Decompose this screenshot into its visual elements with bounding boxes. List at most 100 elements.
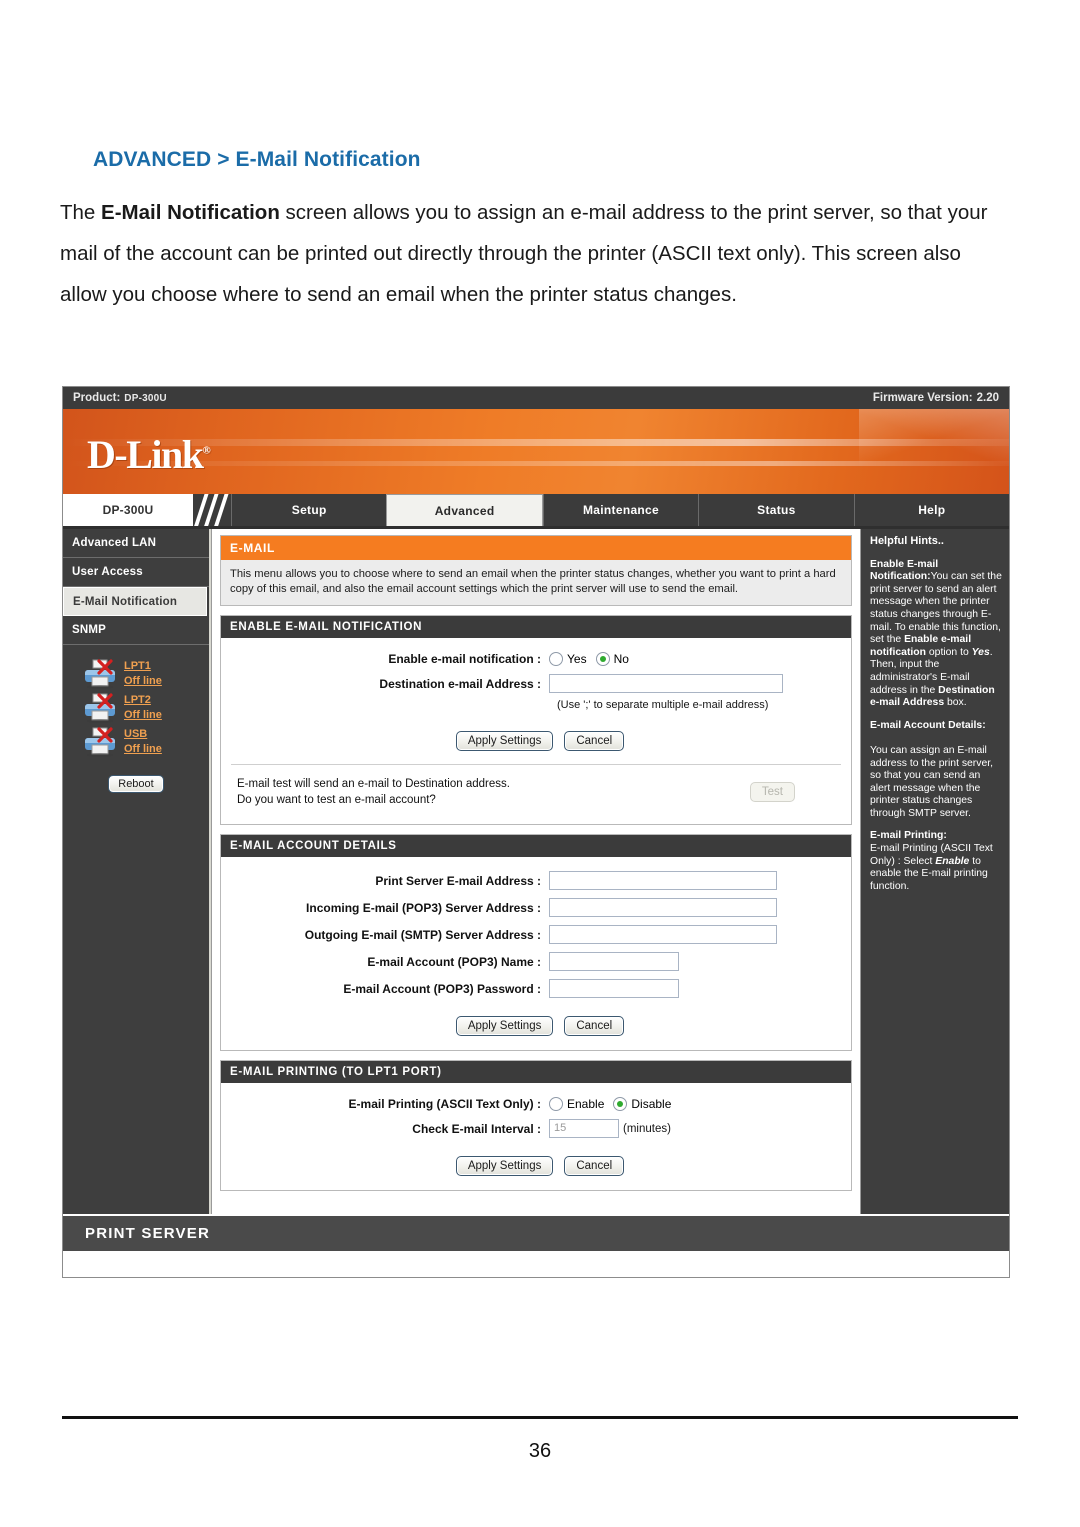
page-title: ADVANCED > E-Mail Notification — [60, 0, 1020, 172]
pop3-account-name-input[interactable] — [549, 952, 679, 971]
pop3-server-input[interactable] — [549, 898, 777, 917]
cancel-button-account[interactable]: Cancel — [564, 1016, 625, 1036]
main-content: E-MAIL This menu allows you to choose wh… — [211, 529, 861, 1214]
apply-settings-button-printing[interactable]: Apply Settings — [455, 1156, 554, 1176]
model-badge: DP-300U — [63, 494, 193, 526]
tab-advanced[interactable]: Advanced — [386, 494, 543, 526]
pop3-password-label: E-mail Account (POP3) Password : — [343, 981, 541, 996]
dlink-logo-text: D-Link — [87, 432, 204, 477]
printer-offline-icon — [85, 693, 119, 723]
radio-enable-label: Enable — [567, 1097, 605, 1111]
radio-disable-icon[interactable] — [613, 1097, 628, 1111]
print-server-email-label: Print Server E-mail Address : — [375, 873, 541, 888]
pop3-server-row: Incoming E-mail (POP3) Server Address : — [231, 898, 841, 917]
firmware-value: 2.20 — [976, 392, 999, 404]
radio-option-yes[interactable]: Yes — [549, 652, 587, 666]
dlink-logo: D-Link® — [87, 431, 211, 478]
apply-settings-button-account[interactable]: Apply Settings — [455, 1016, 554, 1036]
smtp-server-input[interactable] — [549, 925, 777, 944]
radio-yes-icon[interactable] — [549, 652, 563, 666]
registered-mark-icon: ® — [202, 444, 211, 457]
printer-port-link-lpt1[interactable]: LPT1 — [124, 660, 162, 673]
tab-help[interactable]: Help — [853, 494, 1009, 526]
check-interval-unit: (minutes) — [623, 1122, 671, 1135]
printer-port-link-lpt2[interactable]: LPT2 — [124, 694, 162, 707]
hint-enable-notification-c: option to — [926, 646, 972, 658]
smtp-server-label: Outgoing E-mail (SMTP) Server Address : — [304, 927, 541, 942]
email-test-row: E-mail test will send an e-mail to Desti… — [231, 764, 841, 810]
apply-settings-button-enable[interactable]: Apply Settings — [455, 731, 554, 751]
firmware-label: Firmware Version: — [872, 392, 973, 404]
print-server-email-row: Print Server E-mail Address : — [231, 871, 841, 890]
hint-enable-notification-d: Yes — [971, 646, 990, 658]
sidebar-item-advanced-lan[interactable]: Advanced LAN — [63, 529, 209, 558]
reboot-button[interactable]: Reboot — [108, 775, 164, 793]
product-bar: Product: DP-300U Firmware Version: 2.20 — [63, 387, 1009, 409]
smtp-server-row: Outgoing E-mail (SMTP) Server Address : — [231, 925, 841, 944]
enable-notification-row: Enable e-mail notification : Yes No — [231, 652, 841, 666]
email-panel-title: E-MAIL — [221, 536, 851, 560]
intro-text-bold: E-Mail Notification — [101, 201, 280, 224]
radio-option-no[interactable]: No — [595, 652, 629, 666]
check-interval-row: Check E-mail Interval : 15 (minutes) — [231, 1119, 841, 1138]
email-test-line2: Do you want to test an e-mail account? — [237, 794, 436, 806]
email-printing-title: E-MAIL PRINTING (TO LPT1 PORT) — [221, 1061, 851, 1083]
printer-offline-icon — [85, 727, 119, 757]
page-divider — [62, 1416, 1018, 1419]
print-server-footer: PRINT SERVER — [63, 1214, 1009, 1251]
hint-email-printing: E-mail Printing: E-mail Printing (ASCII T… — [870, 830, 1002, 893]
pop3-server-label: Incoming E-mail (POP3) Server Address : — [306, 900, 541, 915]
slash-decoration-icon — [193, 494, 231, 526]
email-test-line1: E-mail test will send an e-mail to Desti… — [237, 778, 510, 790]
enable-notification-title: ENABLE E-MAIL NOTIFICATION — [221, 616, 851, 638]
tab-maintenance[interactable]: Maintenance — [542, 494, 698, 526]
banner-fan-graphic — [859, 409, 1009, 494]
pop3-account-name-label: E-mail Account (POP3) Name : — [367, 954, 541, 969]
hint-enable-notification-g: box. — [944, 697, 967, 709]
print-server-email-input[interactable] — [549, 871, 777, 890]
main-navigation: DP-300U Setup Advanced Maintenance Statu… — [63, 494, 1009, 529]
radio-no-label: No — [613, 652, 629, 666]
helpful-hints-panel: Helpful Hints.. Enable E-mail Notificati… — [861, 529, 1009, 1214]
page-number: 36 — [528, 1440, 552, 1462]
test-button[interactable]: Test — [749, 782, 795, 802]
email-printing-label: E-mail Printing (ASCII Text Only) : — [348, 1097, 541, 1111]
pop3-password-input[interactable] — [549, 979, 679, 998]
radio-no-icon[interactable] — [595, 652, 610, 666]
tab-status[interactable]: Status — [698, 494, 853, 526]
destination-email-label: Destination e-mail Address : — [379, 676, 541, 691]
hint-account-details: E-mail Account Details: You can assign an… — [870, 720, 1002, 821]
printer-status-lpt2: LPT2 Off line — [63, 693, 209, 727]
intro-text-start: The — [60, 201, 102, 224]
brand-banner: D-Link® — [63, 409, 1009, 494]
cancel-button-enable[interactable]: Cancel — [564, 731, 625, 751]
destination-email-row: Destination e-mail Address : — [231, 674, 841, 693]
printer-status-usb: USB Off line — [63, 727, 209, 761]
sidebar-item-snmp[interactable]: SNMP — [63, 616, 209, 645]
breadcrumb-section: ADVANCED — [93, 148, 212, 171]
radio-option-enable[interactable]: Enable — [549, 1097, 604, 1111]
cancel-button-printing[interactable]: Cancel — [564, 1156, 625, 1176]
printer-port-link-usb[interactable]: USB — [124, 728, 162, 741]
printer-status-link-lpt2[interactable]: Off line — [124, 709, 162, 722]
email-panel-description: This menu allows you to choose where to … — [221, 560, 851, 605]
destination-email-input[interactable] — [549, 674, 783, 693]
printer-status-list: LPT1 Off line LPT2 Off line USB Off line — [63, 645, 209, 761]
check-interval-input[interactable]: 15 — [549, 1119, 619, 1138]
sidebar-item-user-access[interactable]: User Access — [63, 558, 209, 587]
radio-enable-icon[interactable] — [549, 1097, 563, 1111]
hint-enable-notification: Enable E-mail Notification:You can set t… — [870, 559, 1002, 710]
radio-option-disable[interactable]: Disable — [613, 1097, 671, 1111]
radio-yes-label: Yes — [567, 652, 587, 666]
enable-notification-panel: ENABLE E-MAIL NOTIFICATION Enable e-mail… — [220, 615, 852, 825]
printer-status-link-usb[interactable]: Off line — [124, 743, 162, 756]
sidebar-item-email-notification[interactable]: E-Mail Notification — [63, 587, 207, 616]
tab-setup[interactable]: Setup — [231, 494, 386, 526]
sidebar: Advanced LAN User Access E-Mail Notifica… — [63, 529, 211, 1214]
printer-status-lpt1: LPT1 Off line — [63, 659, 209, 693]
hint-account-details-title: E-mail Account Details: — [870, 719, 986, 731]
footer-white-gap — [63, 1251, 1009, 1277]
account-details-panel: E-MAIL ACCOUNT DETAILS Print Server E-ma… — [220, 834, 852, 1051]
printer-status-link-lpt1[interactable]: Off line — [124, 675, 162, 688]
breadcrumb-page: E-Mail Notification — [235, 148, 421, 171]
